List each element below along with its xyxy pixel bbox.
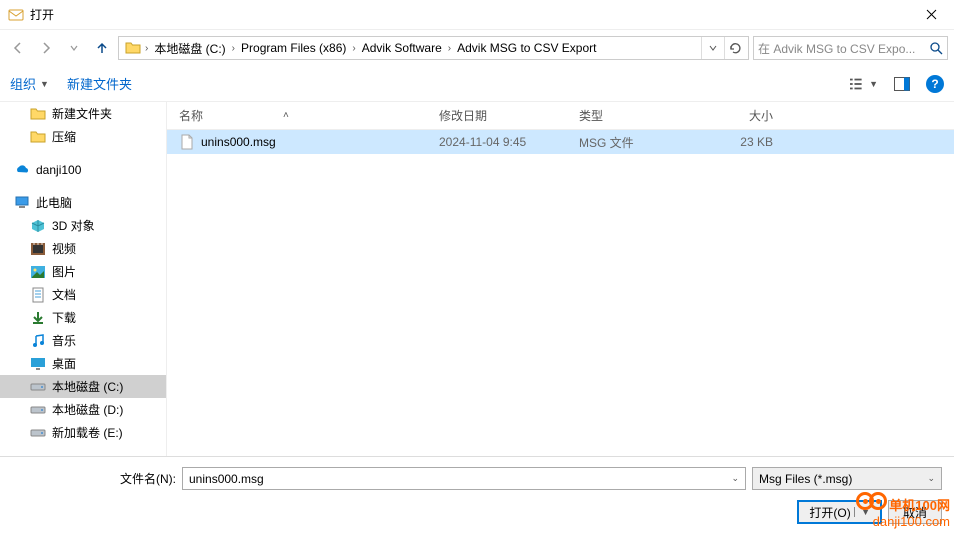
file-row[interactable]: unins000.msg 2024-11-04 9:45MSG 文件23 KB	[167, 130, 954, 154]
sidebar-item[interactable]: 图片	[0, 260, 166, 283]
sidebar-item-label: 新加载卷 (E:)	[52, 424, 123, 441]
doc-icon	[30, 287, 46, 303]
open-button[interactable]: 打开(O) ▼	[797, 500, 882, 524]
bottom-panel: 文件名(N): unins000.msg⌄ Msg Files (*.msg)⌄…	[0, 456, 954, 532]
sidebar-item[interactable]: danji100	[0, 158, 166, 181]
sidebar-item-label: 图片	[52, 263, 76, 280]
disk-icon	[30, 379, 46, 395]
file-type: MSG 文件	[579, 134, 699, 151]
sidebar-item-label: 本地磁盘 (D:)	[52, 401, 123, 418]
back-button[interactable]	[6, 36, 30, 60]
disk-icon	[30, 425, 46, 441]
video-icon	[30, 241, 46, 257]
folder-icon	[30, 106, 46, 122]
breadcrumb-item[interactable]: 本地磁盘 (C:)	[148, 40, 231, 57]
sidebar-item[interactable]: 桌面	[0, 352, 166, 375]
app-icon	[8, 7, 24, 23]
chevron-down-icon[interactable]: ⌄	[731, 473, 739, 484]
breadcrumb-item[interactable]: Advik MSG to CSV Export	[451, 41, 602, 55]
preview-pane-button[interactable]	[888, 72, 916, 96]
forward-button[interactable]	[34, 36, 58, 60]
file-type-filter[interactable]: Msg Files (*.msg)⌄	[752, 467, 942, 490]
onedrive-icon	[14, 162, 30, 178]
file-icon	[179, 134, 195, 150]
sidebar-item-label: 文档	[52, 286, 76, 303]
filename-label: 文件名(N):	[120, 470, 176, 487]
sidebar-item-label: 新建文件夹	[52, 105, 112, 122]
breadcrumb[interactable]: › 本地磁盘 (C:) › Program Files (x86) › Advi…	[118, 36, 749, 60]
column-name[interactable]: 名称˄	[179, 107, 439, 124]
close-icon	[926, 9, 937, 20]
help-button[interactable]: ?	[926, 75, 944, 93]
sidebar-item[interactable]: 下载	[0, 306, 166, 329]
filename-input[interactable]: unins000.msg⌄	[182, 467, 746, 490]
up-button[interactable]	[90, 36, 114, 60]
sidebar-item[interactable]: 3D 对象	[0, 214, 166, 237]
desktop-icon	[30, 356, 46, 372]
recent-dropdown[interactable]	[62, 36, 86, 60]
sidebar-item-label: 此电脑	[36, 194, 72, 211]
sidebar-item[interactable]: 文档	[0, 283, 166, 306]
column-size[interactable]: 大小	[699, 107, 779, 124]
sidebar-item-label: 3D 对象	[52, 217, 95, 234]
sidebar-item-label: 下载	[52, 309, 76, 326]
chevron-down-icon[interactable]: ▼	[854, 507, 870, 517]
sidebar: 新建文件夹压缩 danji100 此电脑 3D 对象视频图片文档下载音乐桌面本地磁盘 …	[0, 102, 167, 456]
file-date: 2024-11-04 9:45	[439, 135, 579, 149]
sidebar-item[interactable]: 新建文件夹	[0, 102, 166, 125]
search-input[interactable]: 在 Advik MSG to CSV Expo...	[753, 36, 948, 60]
new-folder-button[interactable]: 新建文件夹	[67, 74, 132, 93]
folder-icon	[30, 129, 46, 145]
view-mode-button[interactable]: ▼	[850, 72, 878, 96]
sidebar-item[interactable]: 音乐	[0, 329, 166, 352]
sidebar-item[interactable]: 视频	[0, 237, 166, 260]
sidebar-item-label: 视频	[52, 240, 76, 257]
breadcrumb-dropdown[interactable]	[701, 37, 723, 59]
column-type[interactable]: 类型	[579, 107, 699, 124]
refresh-button[interactable]	[724, 37, 746, 59]
cancel-button[interactable]: 取消	[888, 500, 942, 524]
breadcrumb-item[interactable]: Advik Software	[356, 41, 448, 55]
sidebar-item[interactable]: 压缩	[0, 125, 166, 148]
chevron-down-icon: ⌄	[927, 473, 935, 484]
close-button[interactable]	[909, 0, 954, 30]
sort-asc-icon: ˄	[283, 110, 289, 121]
search-icon	[929, 41, 943, 55]
search-placeholder: 在 Advik MSG to CSV Expo...	[758, 40, 925, 57]
nav-bar: › 本地磁盘 (C:) › Program Files (x86) › Advi…	[0, 30, 954, 66]
file-size: 23 KB	[699, 135, 779, 149]
sidebar-item-label: 本地磁盘 (C:)	[52, 378, 123, 395]
sidebar-item-label: 音乐	[52, 332, 76, 349]
sidebar-item-label: danji100	[36, 163, 81, 177]
column-date[interactable]: 修改日期	[439, 107, 579, 124]
3d-icon	[30, 218, 46, 234]
title-bar: 打开	[0, 0, 954, 30]
sidebar-item[interactable]: 本地磁盘 (D:)	[0, 398, 166, 421]
organize-button[interactable]: 组织 ▼	[10, 74, 49, 93]
window-title: 打开	[30, 6, 54, 23]
sidebar-item-label: 压缩	[52, 128, 76, 145]
sidebar-item[interactable]: 本地磁盘 (C:)	[0, 375, 166, 398]
picture-icon	[30, 264, 46, 280]
sidebar-item[interactable]: 新加载卷 (E:)	[0, 421, 166, 444]
file-name: unins000.msg	[201, 135, 276, 149]
pc-icon	[14, 195, 30, 211]
sidebar-item-label: 桌面	[52, 355, 76, 372]
toolbar: 组织 ▼ 新建文件夹 ▼ ?	[0, 66, 954, 102]
folder-icon	[125, 40, 141, 56]
disk-icon	[30, 402, 46, 418]
breadcrumb-item[interactable]: Program Files (x86)	[235, 41, 352, 55]
download-icon	[30, 310, 46, 326]
sidebar-item[interactable]: 此电脑	[0, 191, 166, 214]
music-icon	[30, 333, 46, 349]
file-list: 名称˄ 修改日期 类型 大小 unins000.msg 2024-11-04 9:…	[167, 102, 954, 456]
file-list-header: 名称˄ 修改日期 类型 大小	[167, 102, 954, 130]
